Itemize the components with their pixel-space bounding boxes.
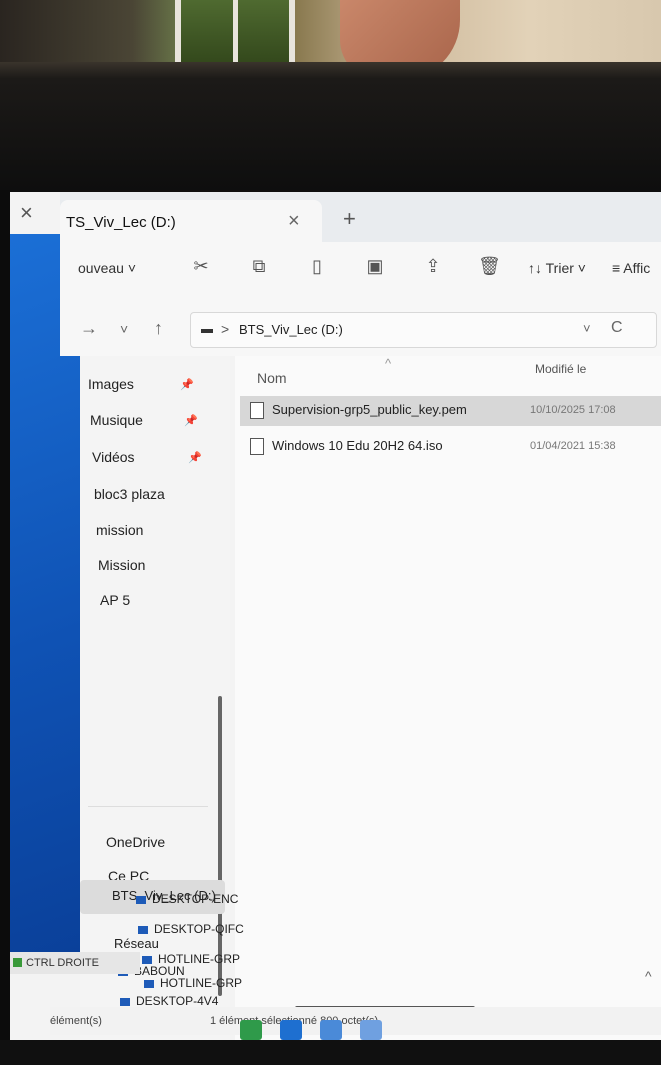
file-list: ^ Nom Modifié le Supervision-grp5_public… <box>235 356 661 1040</box>
copy-icon[interactable]: ⧉ <box>248 256 270 278</box>
file-name: Supervision-grp5_public_key.pem <box>272 402 467 417</box>
file-date: 01/04/2021 15:38 <box>530 440 616 452</box>
sidebar-item-network[interactable]: Réseau <box>114 936 159 951</box>
network-computer[interactable]: DESKTOP-QIFC <box>138 922 244 936</box>
sidebar-divider <box>88 806 208 807</box>
pin-icon: 📌 <box>184 415 198 427</box>
rename-icon[interactable]: ▣ <box>364 256 386 278</box>
sort-button[interactable]: ↑↓ Trier ˅ <box>528 260 586 276</box>
column-header-modified[interactable]: Modifié le <box>535 362 586 376</box>
sidebar-item-music[interactable]: Musique <box>90 412 143 428</box>
laptop-bezel-top <box>0 62 661 200</box>
sidebar-item-images[interactable]: Images <box>88 376 134 392</box>
file-icon <box>250 402 264 419</box>
computer-icon <box>138 925 148 934</box>
address-row: → ˅ ↑ > BTS_Viv_Lec (D:) ˅ C <box>60 304 661 356</box>
laptop-bezel-left <box>0 190 10 1065</box>
sidebar-item-folder[interactable]: Mission <box>98 557 145 573</box>
close-icon[interactable]: × <box>20 200 33 226</box>
pin-icon: 📌 <box>180 379 194 391</box>
laptop-screen: × TS_Viv_Lec (D:) × + ouveau ˅ ✂ ⧉ ▯ ▣ ⇪… <box>10 192 661 1040</box>
tab-close-icon[interactable]: × <box>288 210 300 233</box>
new-button[interactable]: ouveau ˅ <box>78 260 136 276</box>
tab-title: TS_Viv_Lec (D:) <box>66 214 176 231</box>
computer-icon <box>142 955 152 964</box>
app-icon[interactable] <box>360 1020 382 1040</box>
scroll-up-icon[interactable]: ^ <box>645 968 652 984</box>
network-computer[interactable]: DESKTOP-ENC <box>136 892 238 906</box>
taskbar <box>230 1020 430 1040</box>
sort-indicator-icon: ^ <box>385 356 392 371</box>
pin-icon: 📌 <box>188 452 202 464</box>
sidebar-item-folder[interactable]: bloc3 plaza <box>94 486 165 502</box>
network-computer[interactable]: HOTLINE-GRP <box>144 976 242 990</box>
item-count: élément(s) <box>50 1015 102 1027</box>
file-date: 10/10/2025 17:08 <box>530 404 616 416</box>
refresh-icon[interactable]: C <box>611 319 623 337</box>
computer-icon <box>120 997 130 1006</box>
app-icon[interactable] <box>240 1020 262 1040</box>
chevron-down-icon[interactable]: ˅ <box>583 321 591 336</box>
sidebar-scrollbar[interactable] <box>218 696 222 996</box>
sidebar-item-folder[interactable]: mission <box>96 522 143 538</box>
drive-icon <box>201 329 213 333</box>
tab-bar: TS_Viv_Lec (D:) × + <box>60 192 661 242</box>
forward-icon[interactable]: → <box>80 318 98 339</box>
app-icon[interactable] <box>280 1020 302 1040</box>
file-row[interactable]: Supervision-grp5_public_key.pem 10/10/20… <box>240 396 661 426</box>
network-computer[interactable]: HOTLINE-GRP <box>142 952 240 966</box>
disc-image-icon <box>250 438 264 455</box>
address-bar[interactable]: > BTS_Viv_Lec (D:) ˅ C <box>190 312 657 348</box>
navigation-pane: Images 📌 Musique 📌 Vidéos 📌 bloc3 plaza … <box>80 356 230 1040</box>
sidebar-item-videos[interactable]: Vidéos <box>92 449 135 465</box>
cut-icon[interactable]: ✂ <box>190 256 212 278</box>
virtualbox-icon[interactable] <box>320 1020 342 1040</box>
column-header-name[interactable]: Nom <box>257 370 287 386</box>
file-row[interactable]: Windows 10 Edu 20H2 64.iso 01/04/2021 15… <box>240 432 661 462</box>
paste-icon[interactable]: ▯ <box>306 256 328 278</box>
delete-icon[interactable]: 🗑 <box>478 256 501 278</box>
tab-drive[interactable]: TS_Viv_Lec (D:) × <box>60 200 322 242</box>
recent-locations-icon[interactable]: ˅ <box>120 321 128 337</box>
share-icon[interactable]: ⇪ <box>422 256 444 278</box>
computer-icon <box>136 895 146 904</box>
computer-icon <box>144 979 154 988</box>
up-icon[interactable]: ↑ <box>154 318 163 339</box>
sidebar-item-folder[interactable]: AP 5 <box>100 592 130 608</box>
host-key-indicator: CTRL DROITE <box>10 952 140 974</box>
breadcrumb-separator: > <box>221 321 230 337</box>
view-button[interactable]: ≡ Affic <box>612 260 650 276</box>
network-computer[interactable]: DESKTOP-4V4 <box>120 994 218 1008</box>
breadcrumb-path[interactable]: BTS_Viv_Lec (D:) <box>239 322 343 337</box>
command-bar: ouveau ˅ ✂ ⧉ ▯ ▣ ⇪ 🗑 ↑↓ Trier ˅ ≡ Affic <box>60 242 661 305</box>
laptop-bezel-bottom <box>0 1040 661 1065</box>
new-tab-icon[interactable]: + <box>343 206 356 232</box>
file-name: Windows 10 Edu 20H2 64.iso <box>272 438 443 453</box>
sidebar-item-onedrive[interactable]: OneDrive <box>106 834 165 850</box>
